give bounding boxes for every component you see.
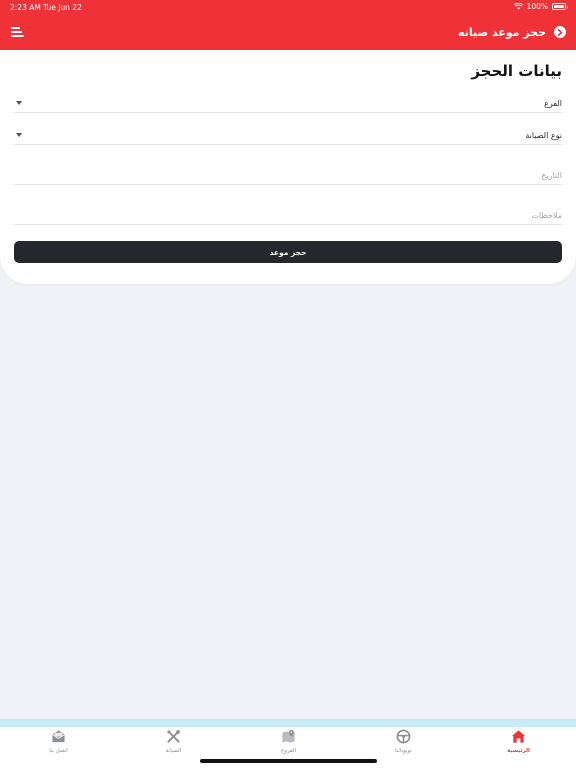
battery-percent: 100% — [526, 2, 548, 11]
home-icon — [511, 730, 526, 743]
caret-down-icon — [16, 101, 22, 105]
app-header: 2:23 AM Tue Jun 22 100% حجز موعد صيانه — [0, 0, 576, 50]
date-field-placeholder: التاريخ — [541, 171, 562, 180]
back-button[interactable] — [554, 26, 566, 38]
tab-our-toyotas-label: تويوتاتنا — [395, 748, 412, 754]
status-time: 2:23 AM — [10, 3, 41, 12]
service-type-select-value: نوع الصيانة — [525, 131, 562, 140]
status-right: 100% — [513, 2, 568, 11]
tab-maintenance[interactable]: الصيانة — [116, 729, 231, 759]
tools-icon — [167, 730, 180, 743]
tab-contact-us-label: اتصل بنا — [49, 748, 68, 754]
branch-select[interactable]: الفرع — [14, 91, 562, 113]
steering-wheel-icon — [396, 729, 411, 744]
chevron-circle-icon — [557, 28, 563, 36]
wifi-icon — [513, 3, 523, 10]
caret-down-icon — [16, 133, 22, 137]
tab-home[interactable]: الرئيسية — [461, 729, 576, 759]
tabbar-top-strip — [0, 719, 576, 727]
date-field[interactable]: التاريخ — [14, 163, 562, 185]
status-bar: 2:23 AM Tue Jun 22 100% — [0, 0, 576, 14]
tab-our-toyotas[interactable]: تويوتاتنا — [346, 729, 461, 759]
tab-contact-us[interactable]: اتصل بنا — [1, 729, 116, 759]
tab-maintenance-label: الصيانة — [165, 748, 182, 754]
notes-field-placeholder: ملاحظات — [531, 211, 562, 220]
notes-field[interactable]: ملاحظات — [14, 203, 562, 225]
service-type-select[interactable]: نوع الصيانة — [14, 123, 562, 145]
branch-select-value: الفرع — [544, 99, 562, 108]
battery-icon — [552, 3, 568, 10]
tab-home-label: الرئيسية — [507, 748, 530, 754]
page-title: حجز موعد صيانه — [458, 26, 546, 39]
mail-icon — [52, 730, 65, 743]
status-date: Tue Jun 22 — [43, 3, 82, 12]
form-title: بيانات الحجز — [471, 62, 562, 80]
menu-icon[interactable] — [11, 27, 24, 37]
tab-branches-label: الفروع — [281, 748, 296, 754]
book-appointment-button[interactable]: حجز موعد — [14, 241, 562, 263]
tab-branches[interactable]: الفروع — [231, 729, 346, 759]
home-indicator — [200, 759, 377, 763]
map-pin-icon — [282, 729, 295, 743]
